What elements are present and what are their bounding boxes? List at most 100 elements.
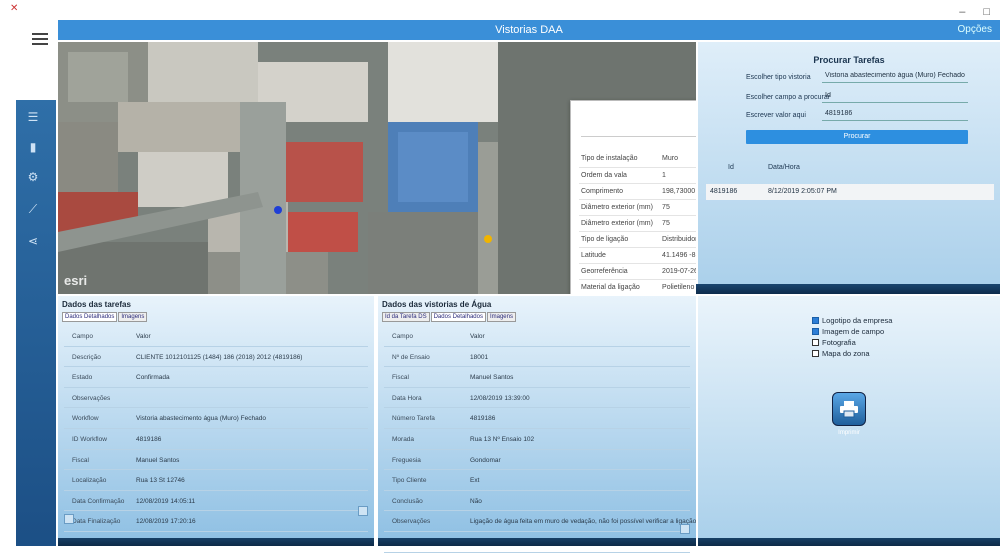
checkbox[interactable] [812, 339, 819, 346]
table-row[interactable]: Conclusão Não [384, 491, 690, 512]
esri-attribution: esri [64, 273, 88, 288]
print-option[interactable]: Imagem de campo [812, 327, 884, 336]
value-input[interactable]: 4819186 [822, 110, 968, 121]
results-row[interactable]: 4819186 8/12/2019 2:05:07 PM [706, 184, 994, 200]
tab-images[interactable]: Imagens [486, 312, 516, 322]
field-select[interactable]: Id [822, 92, 968, 103]
popup-field-value: 75 [660, 215, 696, 232]
row-field-value: CLIENTE 1012101125 (1484) 186 (2018) 201… [136, 353, 303, 361]
list-icon[interactable]: ☰ [26, 110, 40, 124]
popup-field-value: Muro [660, 151, 696, 168]
panel-footer [698, 538, 1000, 546]
row-field-name: Observações [392, 518, 431, 526]
print-button[interactable] [832, 392, 866, 426]
row-field-value: 12/08/2019 17:20:16 [136, 518, 196, 526]
checkbox[interactable] [812, 350, 819, 357]
table-row[interactable]: Workflow Vistoria abastecimento água (Mur… [64, 408, 368, 429]
maximize-button[interactable]: □ [983, 6, 990, 18]
tab-detailed-data[interactable]: Dados Detalhados [62, 312, 118, 322]
map-view[interactable]: esri ⌄ Tipo de instalaçãoMuroOrdem da va… [58, 42, 696, 294]
print-option-label: Fotografia [822, 338, 856, 347]
feature-popup[interactable]: ⌄ Tipo de instalaçãoMuroOrdem da vala1Co… [570, 100, 696, 294]
popup-dropdown[interactable]: ⌄ [581, 125, 696, 137]
row-field-value: 4819186 [470, 415, 496, 423]
tab-task-id[interactable]: Id da Tarefa DS [382, 312, 430, 322]
table-row[interactable]: Campo Valor [384, 326, 690, 347]
table-row[interactable]: ID Workflow 4819186 [64, 429, 368, 450]
table-row[interactable]: Descrição CLIENTE 1012101125 (1484) 186 (… [64, 347, 368, 368]
table-row[interactable]: Tipo Cliente Ext [384, 470, 690, 491]
panel-footer-bar [696, 284, 1000, 294]
vistoria-data-panel: Dados das vistorias de Água Id da Tarefa… [378, 296, 723, 553]
popup-field-name: Diâmetro exterior (mm) [579, 215, 661, 232]
popup-field-value: 2019-07-26 17:18 [660, 263, 696, 280]
popup-field-value: 75 [660, 199, 696, 216]
popup-field-name: Diâmetro exterior (mm) [579, 199, 661, 216]
row-field-value: Não [470, 497, 482, 505]
table-row[interactable]: Data Finalização 12/08/2019 17:20:16 [64, 511, 368, 532]
table-row[interactable]: Campo Valor [64, 326, 368, 347]
app-title: Vistorias DAA [495, 24, 563, 36]
table-row[interactable]: Observações Ligação de água feita em muro… [384, 511, 723, 532]
popup-field-value: Distribuidor [660, 231, 696, 248]
table-row[interactable]: Localização Rua 13 St 12746 [64, 470, 368, 491]
hamburger-menu-icon[interactable] [32, 33, 48, 45]
row-field-value: Gondomar [470, 456, 501, 464]
window-controls: – □ [959, 6, 990, 18]
table-row[interactable]: Morada Rua 13 Nº Ensaio 102 [384, 429, 690, 450]
resize-handle[interactable] [680, 524, 690, 534]
row-field-name: Nº de Ensaio [392, 353, 430, 361]
popup-field-value: Polietileno de alta [660, 279, 696, 294]
table-row[interactable]: Data Confirmação 12/08/2019 14:05:11 [64, 491, 368, 512]
table-row[interactable]: Fiscal Manuel Santos [64, 450, 368, 471]
popup-row: Diâmetro exterior (mm) 75 [579, 215, 696, 232]
row-field-value: Confirmada [136, 374, 170, 382]
popup-field-name: Comprimento [579, 183, 661, 200]
table-row[interactable]: Nº de Ensaio 18001 [384, 347, 690, 368]
row-field-value: 18001 [470, 353, 489, 361]
minimize-button[interactable]: – [959, 6, 965, 18]
print-option[interactable]: Fotografia [812, 338, 856, 347]
popup-row: Ordem da vala 1 [579, 167, 696, 184]
ruler-icon[interactable]: ⟋ [26, 202, 40, 216]
row-field-value: Ext [470, 477, 480, 485]
search-button[interactable]: Procurar [746, 130, 968, 144]
vistoria-type-select[interactable]: Vistoria abastecimento água (Muro) Fecha… [822, 72, 968, 83]
vistoria-tabs: Id da Tarefa DS Dados Detalhados Imagens [382, 312, 516, 322]
table-row[interactable]: Freguesia Gondomar [384, 450, 690, 471]
printer-icon [840, 401, 858, 418]
document-icon[interactable]: ▮ [26, 140, 40, 154]
checkbox[interactable] [812, 328, 819, 335]
table-row[interactable]: Número Tarefa 4819186 [384, 408, 690, 429]
print-panel: Logotipo da empresa Imagem de campo Fotogr… [698, 296, 1000, 546]
tab-images[interactable]: Imagens [118, 312, 148, 322]
checkbox[interactable] [812, 317, 819, 324]
share-icon[interactable]: ⋖ [26, 234, 40, 248]
print-option[interactable]: Logotipo da empresa [812, 316, 892, 325]
gear-icon[interactable]: ⚙ [26, 170, 40, 184]
row-field-name: ID Workflow [72, 435, 107, 443]
popup-field-name: Latitude [579, 247, 661, 264]
popup-row: Diâmetro exterior (mm) 75 [579, 199, 696, 216]
popup-row: Tipo de instalação Muro [579, 151, 696, 168]
resize-handle[interactable] [358, 506, 368, 516]
left-rail-toolbar: ☰ ▮ ⚙ ⟋ ⋖ [16, 100, 56, 546]
options-link[interactable]: Opções [958, 24, 992, 35]
expand-handle[interactable] [64, 514, 74, 524]
task-data-panel: Dados das tarefas Dados Detalhados Image… [58, 296, 374, 546]
row-field-name: Fiscal [72, 456, 89, 464]
row-field-value: Rua 13 St 12746 [136, 477, 185, 485]
row-field-name: Conclusão [392, 497, 423, 505]
popup-field-value: 41.1496 -8.6109 [660, 247, 696, 264]
tab-detailed-data[interactable]: Dados Detalhados [430, 312, 486, 322]
table-row[interactable]: Estado Confirmada [64, 367, 368, 388]
row-field-name: Campo [72, 333, 93, 340]
panel-footer [58, 538, 374, 546]
table-row[interactable]: Data Hora 12/08/2019 13:39:00 [384, 388, 690, 409]
table-row[interactable]: Fiscal Manuel Santos [384, 367, 690, 388]
row-field-value: Manuel Santos [136, 456, 180, 464]
row-field-name: Tipo Cliente [392, 477, 427, 485]
table-row[interactable]: Observações [64, 388, 368, 409]
popup-row: Latitude41.1496 -8.6109 [579, 247, 696, 264]
print-option[interactable]: Mapa do zona [812, 349, 870, 358]
